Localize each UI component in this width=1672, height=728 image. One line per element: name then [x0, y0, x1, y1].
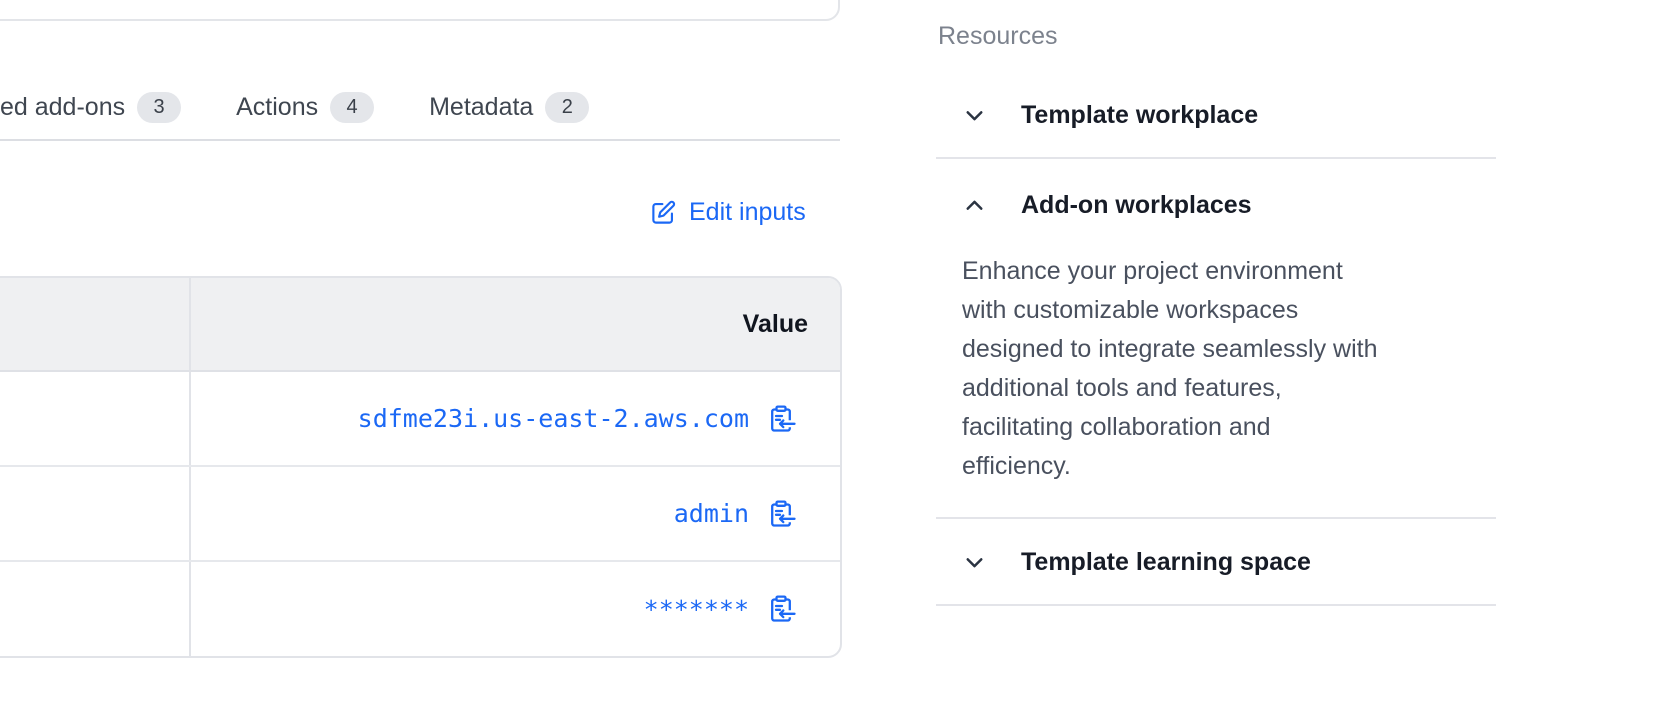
table-row: sdfme23i.us-east-2.aws.com [0, 372, 840, 467]
screen: ed add-ons 3 Actions 4 Metadata 2 Edit i… [0, 0, 1672, 728]
inputs-table: Value sdfme23i.us-east-2.aws.com [0, 276, 842, 658]
table-row: ******* [0, 562, 840, 656]
chevron-down-icon [962, 550, 987, 575]
resources-panel-title: Resources [938, 22, 1058, 51]
section-divider [936, 604, 1496, 606]
value-column-header: Value [743, 310, 808, 339]
table-cell-value: sdfme23i.us-east-2.aws.com [191, 372, 840, 465]
tab-count-badge: 3 [137, 92, 181, 123]
tab-bar: ed add-ons 3 Actions 4 Metadata 2 [0, 87, 840, 127]
table-header-value-cell: Value [191, 278, 840, 370]
chevron-down-icon [962, 103, 987, 128]
input-value-host: sdfme23i.us-east-2.aws.com [358, 404, 749, 433]
tab-count-badge: 4 [330, 92, 374, 123]
table-header-row: Value [0, 278, 840, 372]
section-divider [936, 517, 1496, 519]
section-add-on-workplaces[interactable]: Add-on workplaces [936, 185, 1496, 225]
tab-installed-add-ons[interactable]: ed add-ons 3 [0, 92, 181, 123]
clipboard-copy-icon[interactable] [766, 499, 796, 529]
section-title: Template learning space [1021, 548, 1311, 577]
tab-count-badge: 2 [545, 92, 589, 123]
edit-inputs-button[interactable]: Edit inputs [650, 192, 806, 232]
tab-metadata[interactable]: Metadata 2 [429, 92, 589, 123]
section-template-workplace[interactable]: Template workplace [936, 95, 1496, 135]
section-divider [936, 157, 1496, 159]
input-value-password-masked: ******* [644, 595, 749, 624]
section-description: Enhance your project environment with cu… [962, 252, 1492, 486]
resources-panel: Resources Template workplace Add-on work… [936, 0, 1496, 728]
tab-label: ed add-ons [0, 93, 125, 122]
tab-bar-divider [0, 139, 840, 141]
top-card-fragment [0, 0, 840, 21]
table-cell-value: ******* [191, 562, 840, 656]
table-header-left-cell [0, 278, 191, 370]
table-cell-label [0, 467, 191, 560]
chevron-up-icon [962, 193, 987, 218]
clipboard-copy-icon[interactable] [766, 594, 796, 624]
edit-pencil-icon [650, 199, 677, 226]
clipboard-copy-icon[interactable] [766, 404, 796, 434]
section-template-learning-space[interactable]: Template learning space [936, 542, 1496, 582]
section-title: Template workplace [1021, 101, 1258, 130]
table-cell-label [0, 372, 191, 465]
input-value-username: admin [674, 499, 749, 528]
edit-inputs-label: Edit inputs [689, 198, 806, 227]
table-cell-value: admin [191, 467, 840, 560]
table-row: admin [0, 467, 840, 562]
tab-label: Metadata [429, 93, 533, 122]
tab-label: Actions [236, 93, 318, 122]
section-title: Add-on workplaces [1021, 191, 1252, 220]
table-cell-label [0, 562, 191, 656]
tab-actions[interactable]: Actions 4 [236, 92, 374, 123]
